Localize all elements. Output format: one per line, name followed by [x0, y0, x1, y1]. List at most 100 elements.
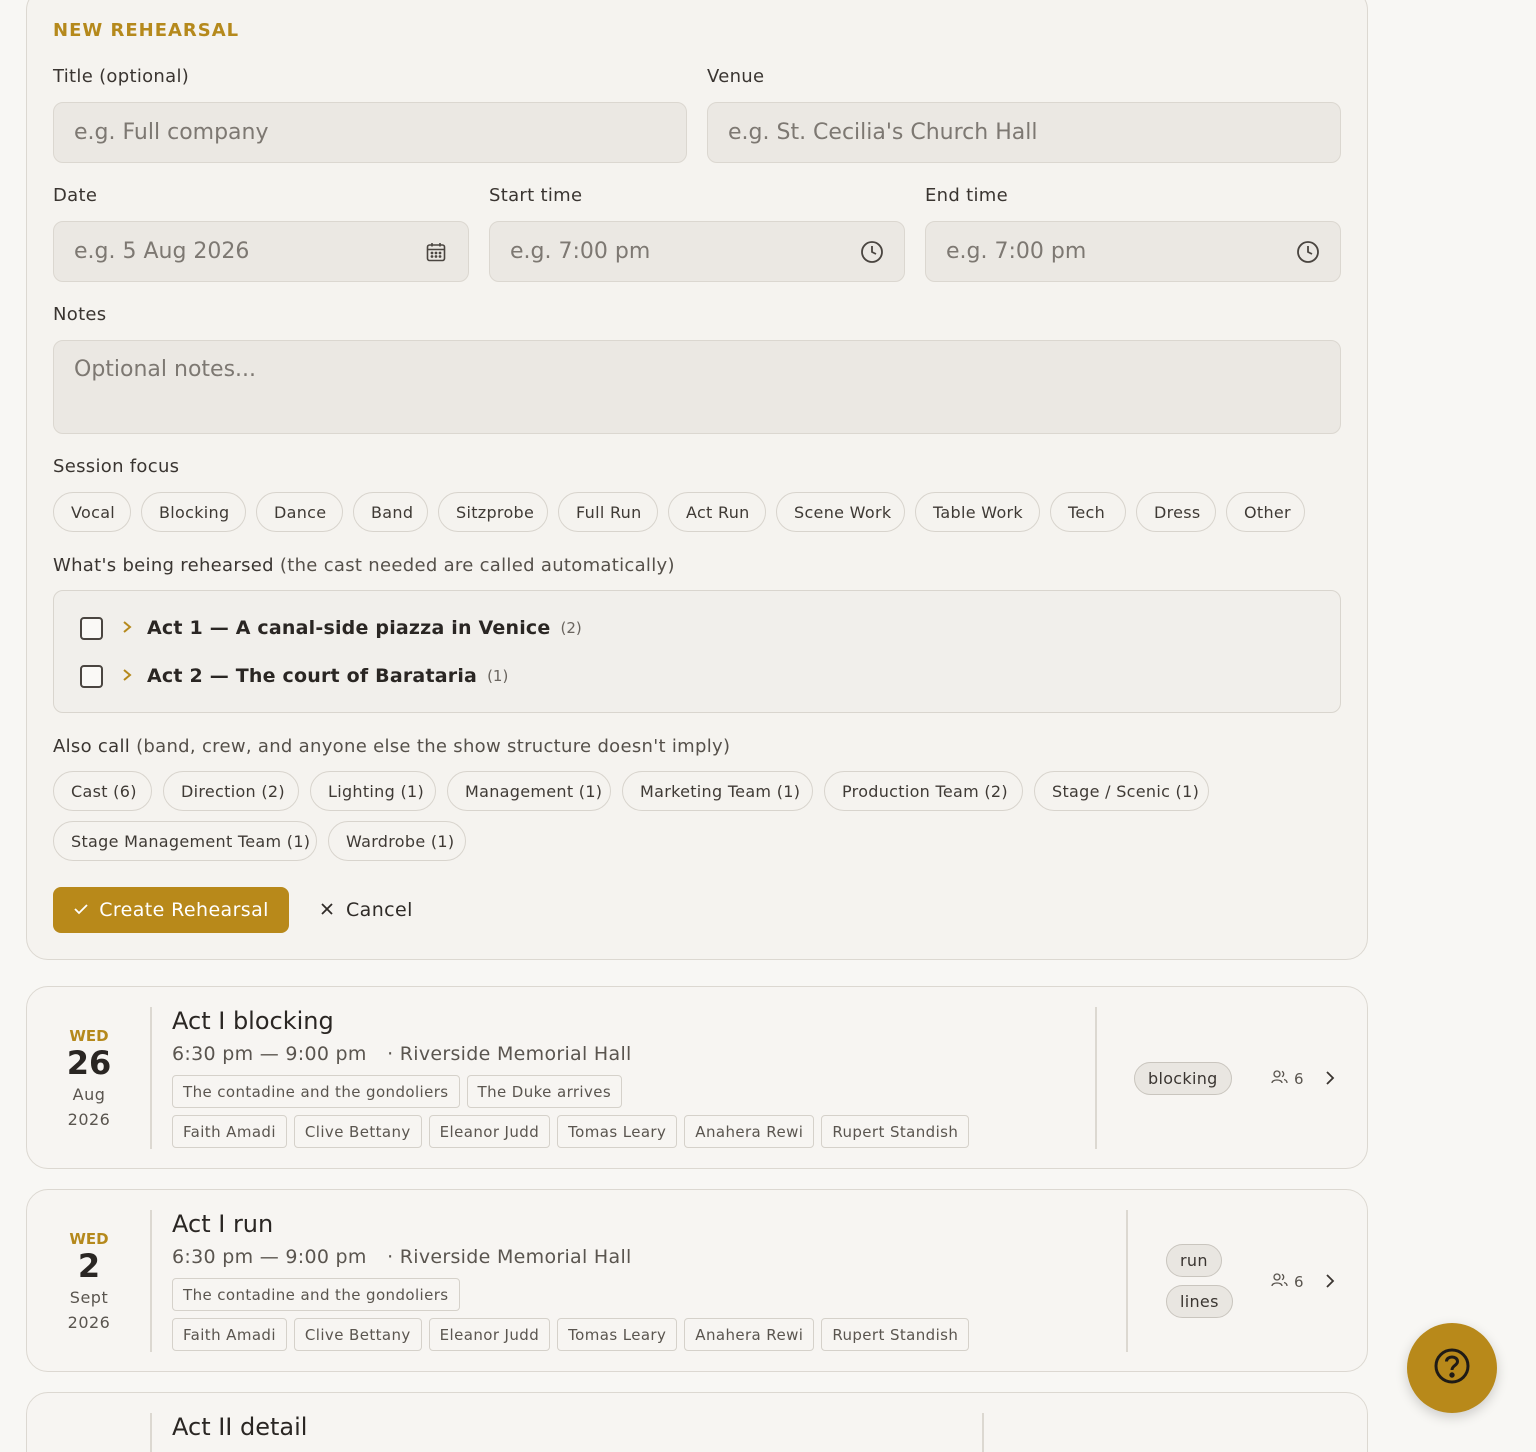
create-rehearsal-label: Create Rehearsal — [99, 899, 269, 921]
call-chip-cast[interactable]: Cast (6) — [53, 771, 152, 811]
venue-input[interactable]: e.g. St. Cecilia's Church Hall — [707, 102, 1341, 163]
notes-textarea[interactable]: Optional notes... — [53, 340, 1341, 434]
create-rehearsal-button[interactable]: Create Rehearsal — [53, 887, 289, 933]
notes-placeholder: Optional notes... — [74, 357, 257, 382]
rehearsal-card[interactable]: Act II detail — [26, 1392, 1368, 1452]
chevron-right-icon[interactable] — [1322, 1273, 1338, 1289]
act-2-count: (1) — [487, 667, 509, 685]
also-call-chips-row1: Cast (6) Direction (2) Lighting (1) Mana… — [53, 771, 1209, 811]
person-tag: Clive Bettany — [293, 1318, 422, 1351]
focus-badge: lines — [1166, 1285, 1233, 1318]
structure-tree: Act 1 — A canal-side piazza in Venice (2… — [53, 590, 1341, 713]
focus-chip-sitzprobe[interactable]: Sitzprobe — [438, 492, 548, 532]
title-input[interactable]: e.g. Full company — [53, 102, 687, 163]
calendar-icon[interactable] — [424, 240, 448, 264]
year: 2026 — [67, 1110, 111, 1129]
person-tag: Clive Bettany — [293, 1115, 422, 1148]
session-focus-label: Session focus — [53, 456, 180, 477]
focus-chip-band[interactable]: Band — [353, 492, 428, 532]
focus-chip-other[interactable]: Other — [1226, 492, 1305, 532]
rehearsed-label-sub: (the cast needed are called automaticall… — [279, 555, 675, 576]
scene-tag: The contadine and the gondoliers — [172, 1075, 460, 1108]
rehearsal-time: 6:30 pm — 9:00 pm · Riverside Memorial H… — [172, 1043, 632, 1065]
focus-badge: run — [1166, 1244, 1222, 1277]
call-chip-wardrobe[interactable]: Wardrobe (1) — [328, 821, 466, 861]
notes-label: Notes — [53, 304, 107, 325]
person-tag: Faith Amadi — [172, 1318, 287, 1351]
date-block: WED 26 Aug 2026 — [27, 1027, 151, 1129]
rehearsal-time: 6:30 pm — 9:00 pm · Riverside Memorial H… — [172, 1246, 632, 1268]
start-time-label: Start time — [489, 185, 583, 206]
help-icon — [1432, 1346, 1472, 1390]
start-time-input[interactable]: e.g. 7:00 pm — [489, 221, 905, 282]
month: Sept — [69, 1288, 109, 1307]
person-tag: Rupert Standish — [821, 1115, 970, 1148]
divider — [1126, 1210, 1128, 1352]
title-placeholder: e.g. Full company — [74, 120, 269, 145]
focus-chip-full-run[interactable]: Full Run — [558, 492, 658, 532]
chevron-right-icon[interactable] — [1322, 1070, 1338, 1086]
venue-placeholder: e.g. St. Cecilia's Church Hall — [728, 120, 1038, 145]
call-chip-stage-scenic[interactable]: Stage / Scenic (1) — [1034, 771, 1209, 811]
call-chip-marketing-team[interactable]: Marketing Team (1) — [622, 771, 813, 811]
focus-chip-act-run[interactable]: Act Run — [668, 492, 766, 532]
year: 2026 — [67, 1313, 111, 1332]
also-call-label: Also call (band, crew, and anyone else t… — [53, 736, 730, 757]
rehearsed-label-main: What's being rehearsed — [53, 555, 274, 576]
chevron-right-icon[interactable] — [121, 666, 135, 687]
focus-badge: blocking — [1134, 1062, 1232, 1095]
act-2-checkbox[interactable] — [80, 664, 103, 688]
divider — [982, 1413, 984, 1452]
focus-chip-vocal[interactable]: Vocal — [53, 492, 131, 532]
scene-tags: The contadine and the gondoliers The Duk… — [172, 1075, 623, 1108]
focus-chip-blocking[interactable]: Blocking — [141, 492, 246, 532]
cancel-button[interactable]: Cancel — [320, 887, 413, 933]
rehearsal-title: Act I blocking — [172, 1007, 334, 1035]
rehearsal-title: Act II detail — [172, 1413, 308, 1441]
date-input[interactable]: e.g. 5 Aug 2026 — [53, 221, 469, 282]
tree-row-act-2[interactable]: Act 2 — The court of Barataria (1) — [80, 663, 508, 689]
call-chip-lighting[interactable]: Lighting (1) — [310, 771, 436, 811]
focus-chip-tech[interactable]: Tech — [1050, 492, 1126, 532]
divider — [150, 1210, 152, 1352]
person-tag: Tomas Leary — [557, 1115, 678, 1148]
divider — [150, 1413, 152, 1452]
rehearsal-card[interactable]: WED 2 Sept 2026 Act I run 6:30 pm — 9:00… — [26, 1189, 1368, 1372]
call-chip-production-team[interactable]: Production Team (2) — [824, 771, 1023, 811]
end-time-input[interactable]: e.g. 7:00 pm — [925, 221, 1341, 282]
rehearsal-card[interactable]: WED 26 Aug 2026 Act I blocking 6:30 pm —… — [26, 986, 1368, 1169]
focus-chip-dress[interactable]: Dress — [1136, 492, 1216, 532]
person-tag: Rupert Standish — [821, 1318, 970, 1351]
person-tag: Tomas Leary — [557, 1318, 678, 1351]
chevron-right-icon[interactable] — [121, 618, 135, 639]
check-icon — [73, 899, 89, 921]
person-tag: Faith Amadi — [172, 1115, 287, 1148]
also-call-label-main: Also call — [53, 736, 131, 757]
people-count-value: 6 — [1294, 1069, 1304, 1088]
act-1-checkbox[interactable] — [80, 616, 103, 640]
person-tag: Eleanor Judd — [428, 1115, 551, 1148]
time-range: 6:30 pm — 9:00 pm — [172, 1043, 367, 1065]
tree-row-act-1[interactable]: Act 1 — A canal-side piazza in Venice (2… — [80, 615, 582, 641]
divider — [1095, 1007, 1097, 1149]
people-icon — [1271, 1069, 1288, 1088]
call-chip-stage-management-team[interactable]: Stage Management Team (1) — [53, 821, 317, 861]
call-chip-direction[interactable]: Direction (2) — [163, 771, 299, 811]
scene-tags: The contadine and the gondoliers — [172, 1278, 460, 1311]
focus-chip-dance[interactable]: Dance — [256, 492, 343, 532]
start-time-placeholder: e.g. 7:00 pm — [510, 239, 651, 264]
call-chip-management[interactable]: Management (1) — [447, 771, 611, 811]
clock-icon[interactable] — [860, 240, 884, 264]
help-button[interactable] — [1407, 1323, 1497, 1413]
clock-icon[interactable] — [1296, 240, 1320, 264]
focus-chip-table-work[interactable]: Table Work — [915, 492, 1040, 532]
day-number: 26 — [66, 1044, 112, 1082]
session-focus-chips: Vocal Blocking Dance Band Sitzprobe Full… — [53, 492, 1305, 532]
people-count-value: 6 — [1294, 1272, 1304, 1291]
person-tag: Eleanor Judd — [428, 1318, 551, 1351]
also-call-chips-row2: Stage Management Team (1) Wardrobe (1) — [53, 821, 466, 861]
title-label: Title (optional) — [53, 66, 190, 87]
act-1-count: (2) — [560, 619, 582, 637]
focus-chip-scene-work[interactable]: Scene Work — [776, 492, 905, 532]
rehearsed-label: What's being rehearsed (the cast needed … — [53, 555, 675, 576]
